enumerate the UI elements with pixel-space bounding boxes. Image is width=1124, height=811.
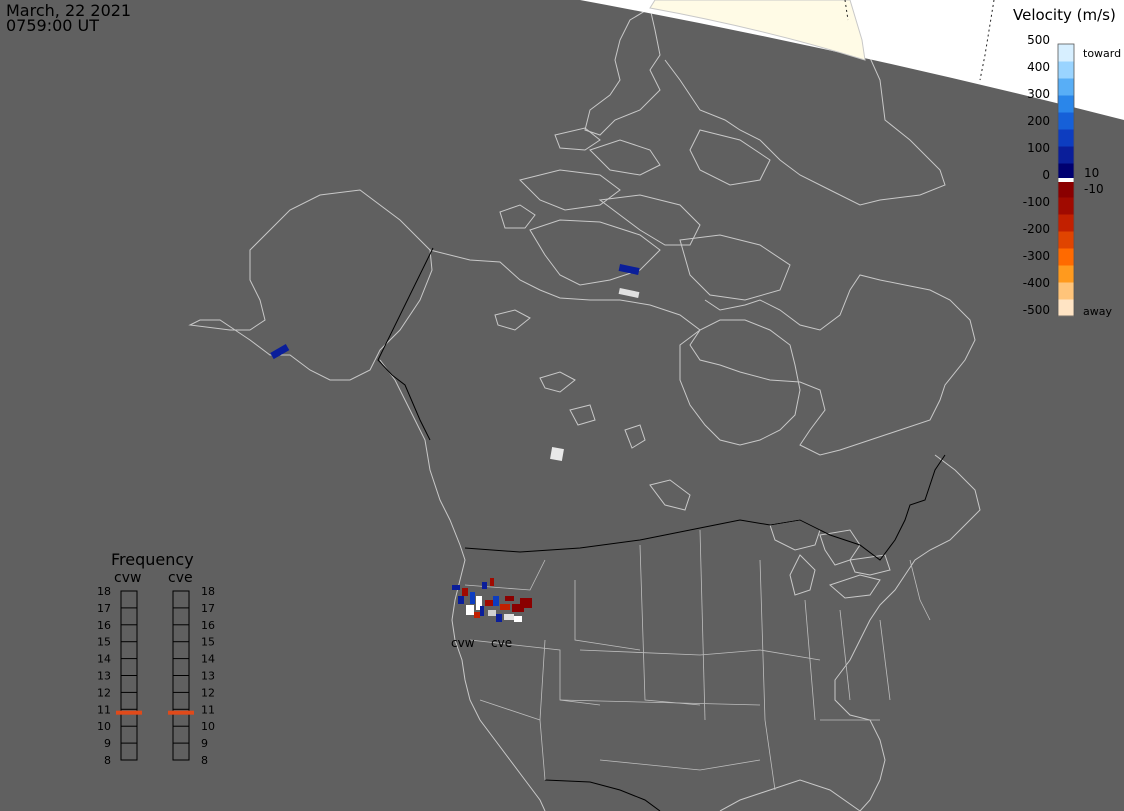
- echo-cell: [490, 578, 494, 586]
- velocity-tick-label: -100: [1023, 195, 1050, 209]
- frequency-level-right: 9: [201, 737, 208, 750]
- colorbar-segment: [1058, 299, 1074, 317]
- echo-cell: [514, 616, 522, 622]
- map-canvas: cvw cve March, 22 2021 0759:00 UT Veloci…: [0, 0, 1124, 811]
- velocity-legend-title: Velocity (m/s): [1013, 6, 1116, 24]
- velocity-inner-label-10: 10: [1084, 166, 1099, 180]
- velocity-tick-label: -200: [1023, 222, 1050, 236]
- echo-cell: [462, 588, 468, 596]
- frequency-level-right: 10: [201, 720, 215, 733]
- frequency-level-left: 18: [97, 585, 111, 598]
- frequency-level-left: 17: [97, 602, 111, 615]
- colorbar-segment: [1058, 231, 1074, 249]
- echo-cell: [474, 612, 480, 618]
- velocity-away-label: away: [1083, 305, 1112, 318]
- echo-cell: [505, 596, 514, 601]
- velocity-colorbar: [1057, 43, 1075, 317]
- frequency-radar-cvw: cvw: [114, 570, 141, 586]
- colorbar-segment: [1058, 112, 1074, 130]
- colorbar-segment: [1058, 44, 1074, 62]
- frequency-level-left: 11: [97, 703, 111, 716]
- colorbar-segment: [1058, 78, 1074, 96]
- velocity-tick-label: 500: [1027, 33, 1050, 47]
- echo-cell: [550, 447, 564, 461]
- colorbar-segment: [1058, 214, 1074, 232]
- colorbar-segment: [1058, 197, 1074, 215]
- frequency-level-left: 15: [97, 636, 111, 649]
- colorbar-zero-band: [1058, 178, 1074, 182]
- velocity-tick-label: -300: [1023, 249, 1050, 263]
- velocity-inner-label-neg10: -10: [1084, 182, 1104, 196]
- velocity-tick-label: 100: [1027, 141, 1050, 155]
- echo-cell: [520, 598, 532, 608]
- frequency-level-right: 12: [201, 686, 215, 699]
- velocity-tick-label: 400: [1027, 60, 1050, 74]
- frequency-level-left: 16: [97, 619, 111, 632]
- radar-label-cve: cve: [491, 636, 512, 650]
- frequency-level-right: 13: [201, 670, 215, 683]
- velocity-toward-label: toward: [1083, 47, 1121, 60]
- colorbar-segment: [1058, 61, 1074, 79]
- echo-cell: [480, 606, 484, 616]
- colorbar-segment: [1058, 248, 1074, 266]
- frequency-level-right: 16: [201, 619, 215, 632]
- velocity-tick-label: -400: [1023, 276, 1050, 290]
- velocity-tick-label: 0: [1042, 168, 1050, 182]
- colorbar-segment: [1058, 282, 1074, 300]
- echo-cell: [458, 596, 464, 604]
- night-region: [0, 0, 1124, 811]
- echo-cell: [466, 605, 474, 615]
- time-label: 0759:00 UT: [6, 16, 99, 35]
- echo-cell: [493, 596, 499, 606]
- colorbar-segment: [1058, 95, 1074, 113]
- frequency-marker-cve: [168, 710, 194, 715]
- frequency-level-right: 8: [201, 754, 208, 767]
- frequency-radar-cve: cve: [168, 570, 193, 586]
- colorbar-segment: [1058, 146, 1074, 164]
- frequency-level-left: 10: [97, 720, 111, 733]
- colorbar-segment: [1058, 265, 1074, 283]
- frequency-level-right: 11: [201, 703, 215, 716]
- velocity-tick-label: -500: [1023, 303, 1050, 317]
- echo-cell: [485, 600, 493, 606]
- echo-cell: [504, 614, 514, 620]
- echo-cell: [496, 614, 502, 622]
- frequency-level-left: 8: [104, 754, 111, 767]
- echo-cell: [500, 604, 510, 610]
- frequency-level-left: 13: [97, 670, 111, 683]
- frequency-level-left: 14: [97, 653, 111, 666]
- frequency-level-left: 12: [97, 686, 111, 699]
- velocity-tick-label: 300: [1027, 87, 1050, 101]
- echo-cell: [488, 610, 496, 616]
- radar-label-cvw: cvw: [451, 636, 475, 650]
- frequency-level-right: 14: [201, 653, 215, 666]
- echo-cell: [452, 585, 460, 590]
- frequency-level-right: 17: [201, 602, 215, 615]
- echo-cell: [482, 582, 487, 589]
- colorbar-segment: [1058, 129, 1074, 147]
- frequency-level-left: 9: [104, 737, 111, 750]
- colorbar-segment: [1058, 180, 1074, 198]
- echo-cell: [470, 592, 475, 604]
- frequency-marker-cvw: [116, 710, 142, 715]
- colorbar-segment: [1058, 163, 1074, 181]
- frequency-level-right: 18: [201, 585, 215, 598]
- frequency-level-right: 15: [201, 636, 215, 649]
- velocity-tick-label: 200: [1027, 114, 1050, 128]
- frequency-title: Frequency: [111, 550, 194, 569]
